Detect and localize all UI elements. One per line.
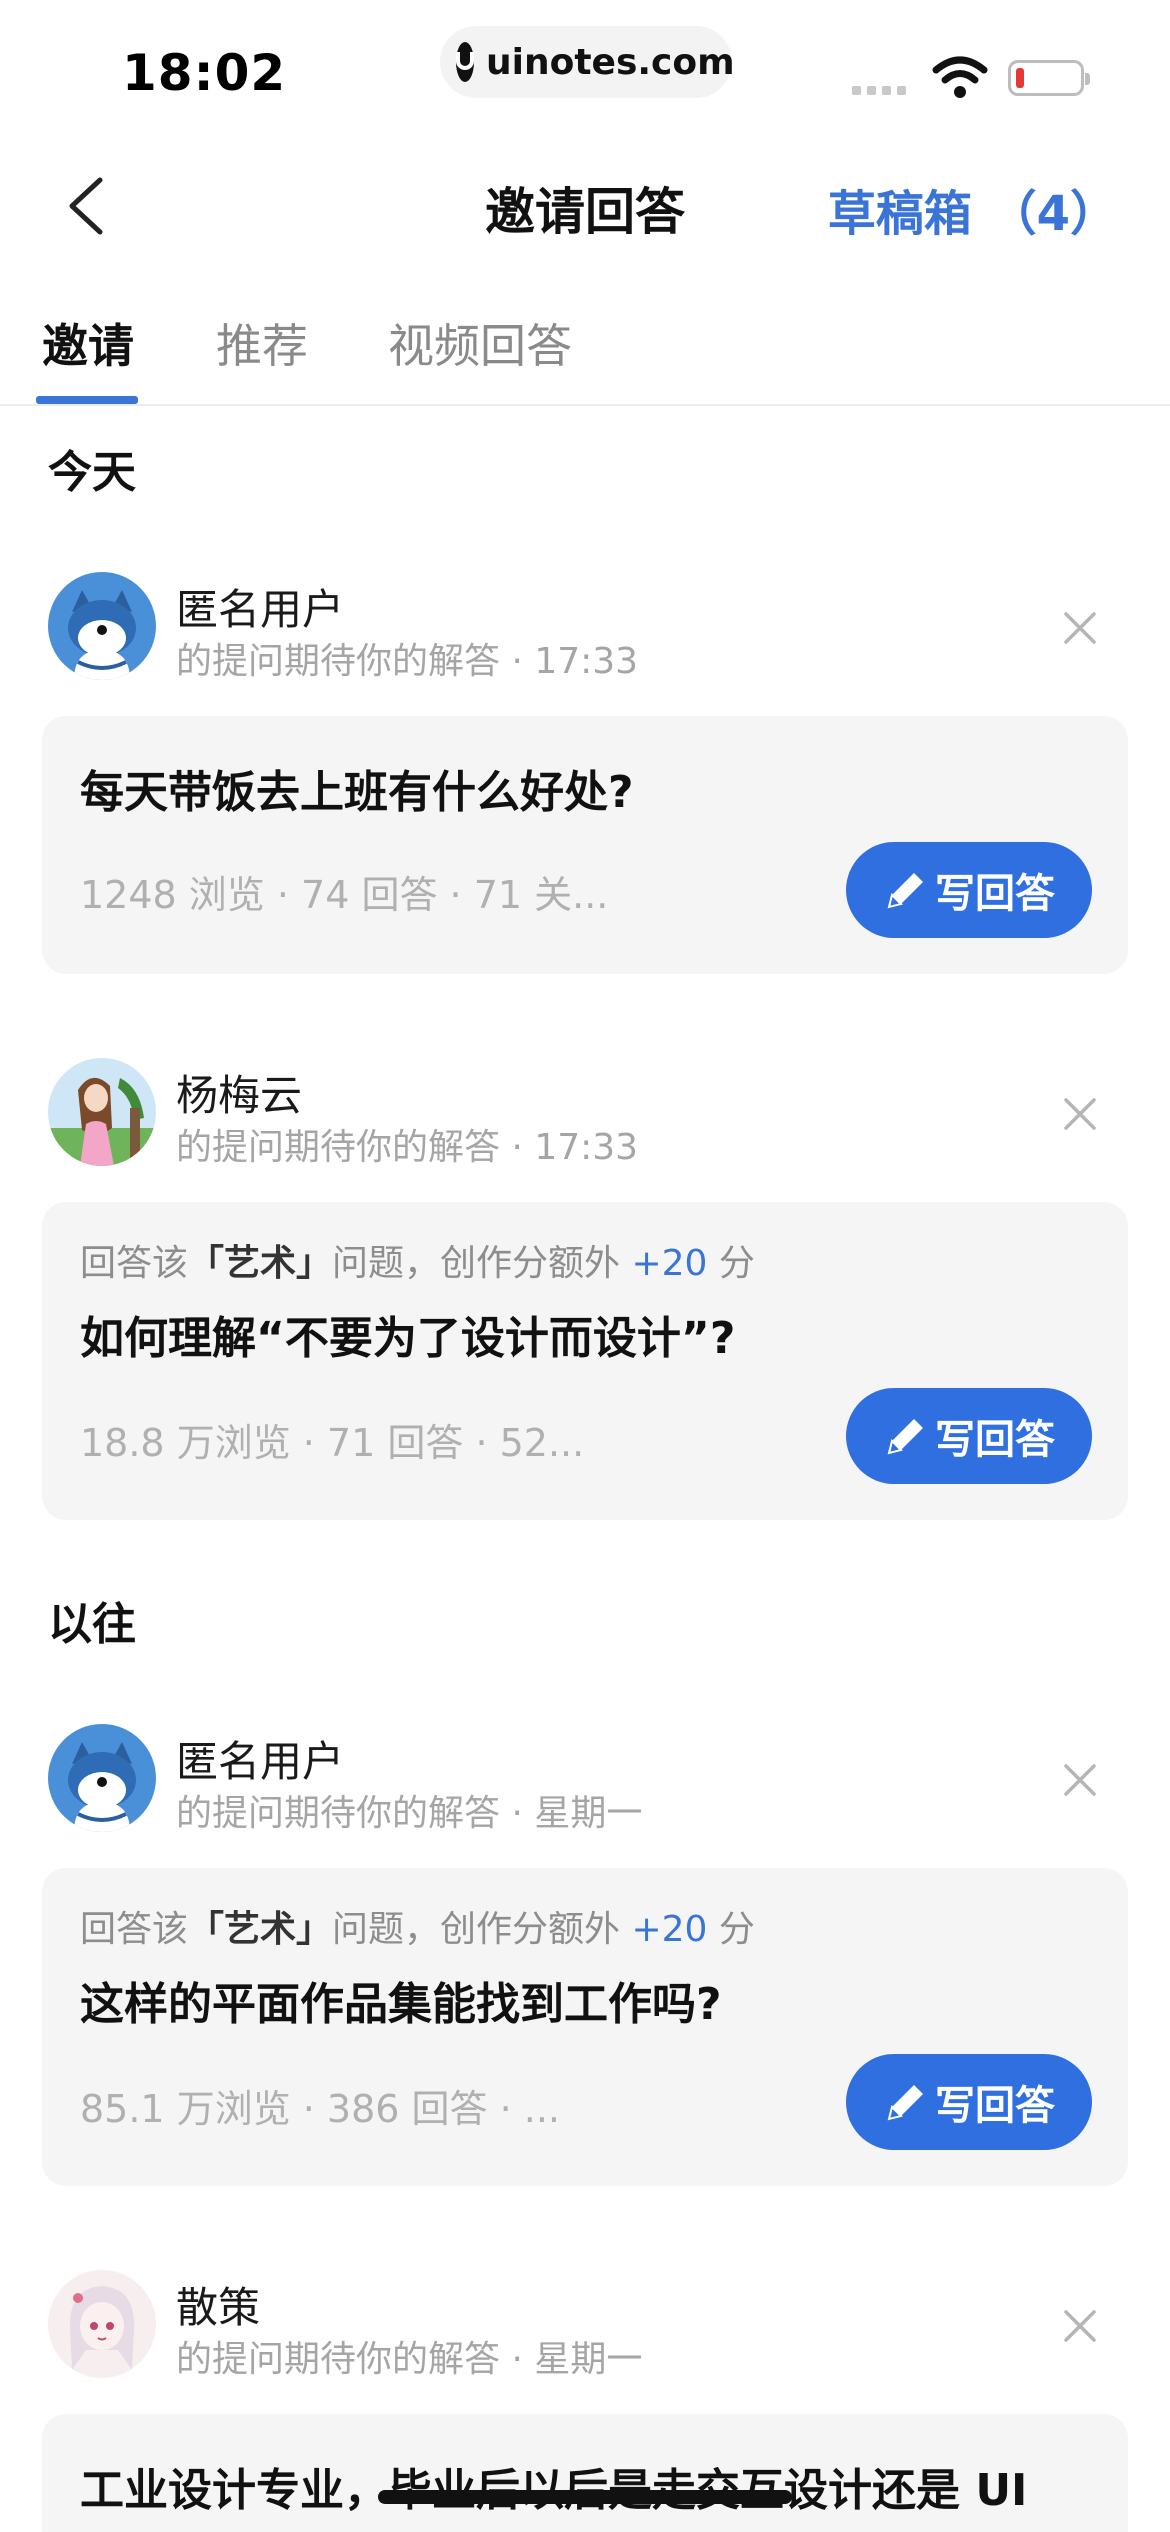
question-title[interactable]: 这样的平面作品集能找到工作吗? (80, 1968, 722, 2032)
creation-bonus-hint: 回答该「艺术」问题，创作分额外 +20 分 (80, 1243, 755, 1284)
invite-subtitle: 的提问期待你的解答 · 17:33 (176, 641, 639, 682)
question-stats: 1248 浏览 · 74 回答 · 71 关... (80, 873, 609, 917)
tab-active-indicator (36, 396, 138, 404)
pencil-icon (887, 2085, 923, 2121)
close-icon[interactable] (1060, 608, 1100, 648)
tab-bar: 邀请 推荐 视频回答 (0, 300, 1170, 406)
question-card[interactable]: 回答该「艺术」问题，创作分额外 +20 分 如何理解“不要为了设计而设计”? 1… (42, 1202, 1128, 1520)
question-card[interactable]: 工业设计专业，毕业后以后是走交互设计还是 UI (42, 2414, 1128, 2532)
question-card[interactable]: 回答该「艺术」问题，创作分额外 +20 分 这样的平面作品集能找到工作吗? 85… (42, 1868, 1128, 2186)
url-text: uinotes.com (486, 41, 735, 83)
drafts-button[interactable]: 草稿箱 （4） (828, 174, 1118, 244)
user-name[interactable]: 匿名用户 (176, 576, 344, 637)
url-pill[interactable]: uinotes.com (440, 26, 735, 98)
question-card[interactable]: 每天带饭去上班有什么好处? 1248 浏览 · 74 回答 · 71 关... … (42, 716, 1128, 974)
question-stats: 85.1 万浏览 · 386 回答 · ... (80, 2087, 561, 2131)
question-title[interactable]: 工业设计专业，毕业后以后是走交互设计还是 UI (80, 2454, 1027, 2518)
section-title-past: 以往 (48, 1599, 136, 1650)
wifi-icon (932, 56, 988, 98)
status-time: 18:02 (122, 44, 287, 102)
battery-icon (1008, 60, 1090, 96)
pencil-icon (887, 873, 923, 909)
tab-recommend[interactable]: 推荐 (216, 310, 308, 376)
invite-subtitle: 的提问期待你的解答 · 星期一 (176, 2339, 643, 2380)
write-answer-button[interactable]: 写回答 (846, 1388, 1092, 1484)
tab-invite[interactable]: 邀请 (42, 310, 134, 376)
avatar[interactable] (48, 1724, 156, 1832)
write-answer-label: 写回答 (935, 1417, 1055, 1463)
question-title[interactable]: 如何理解“不要为了设计而设计”? (80, 1302, 735, 1366)
write-answer-button[interactable]: 写回答 (846, 842, 1092, 938)
close-icon[interactable] (1060, 2306, 1100, 2346)
avatar[interactable] (48, 1058, 156, 1166)
user-name[interactable]: 匿名用户 (176, 1728, 344, 1789)
question-stats: 18.8 万浏览 · 71 回答 · 52... (80, 1421, 585, 1465)
user-name[interactable]: 杨梅云 (176, 1062, 302, 1123)
pencil-icon (887, 1419, 923, 1455)
write-answer-label: 写回答 (935, 871, 1055, 917)
avatar[interactable] (48, 2270, 156, 2378)
invite-subtitle: 的提问期待你的解答 · 星期一 (176, 1793, 643, 1834)
nav-bar: 邀请回答 草稿箱 （4） (0, 150, 1170, 260)
write-answer-label: 写回答 (935, 2083, 1055, 2129)
close-icon[interactable] (1060, 1094, 1100, 1134)
section-title-today: 今天 (48, 447, 136, 498)
home-indicator (378, 2490, 792, 2504)
question-title[interactable]: 每天带饭去上班有什么好处? (80, 756, 634, 820)
invite-subtitle: 的提问期待你的解答 · 17:33 (176, 1127, 639, 1168)
close-icon[interactable] (1060, 1760, 1100, 1800)
user-name[interactable]: 散策 (176, 2274, 260, 2335)
avatar[interactable] (48, 572, 156, 680)
creation-bonus-hint: 回答该「艺术」问题，创作分额外 +20 分 (80, 1909, 755, 1950)
status-bar: 18:02 uinotes.com (0, 0, 1170, 130)
site-logo-icon (456, 42, 474, 82)
cellular-signal-icon (852, 86, 906, 95)
tab-video-answers[interactable]: 视频回答 (388, 310, 572, 376)
write-answer-button[interactable]: 写回答 (846, 2054, 1092, 2150)
